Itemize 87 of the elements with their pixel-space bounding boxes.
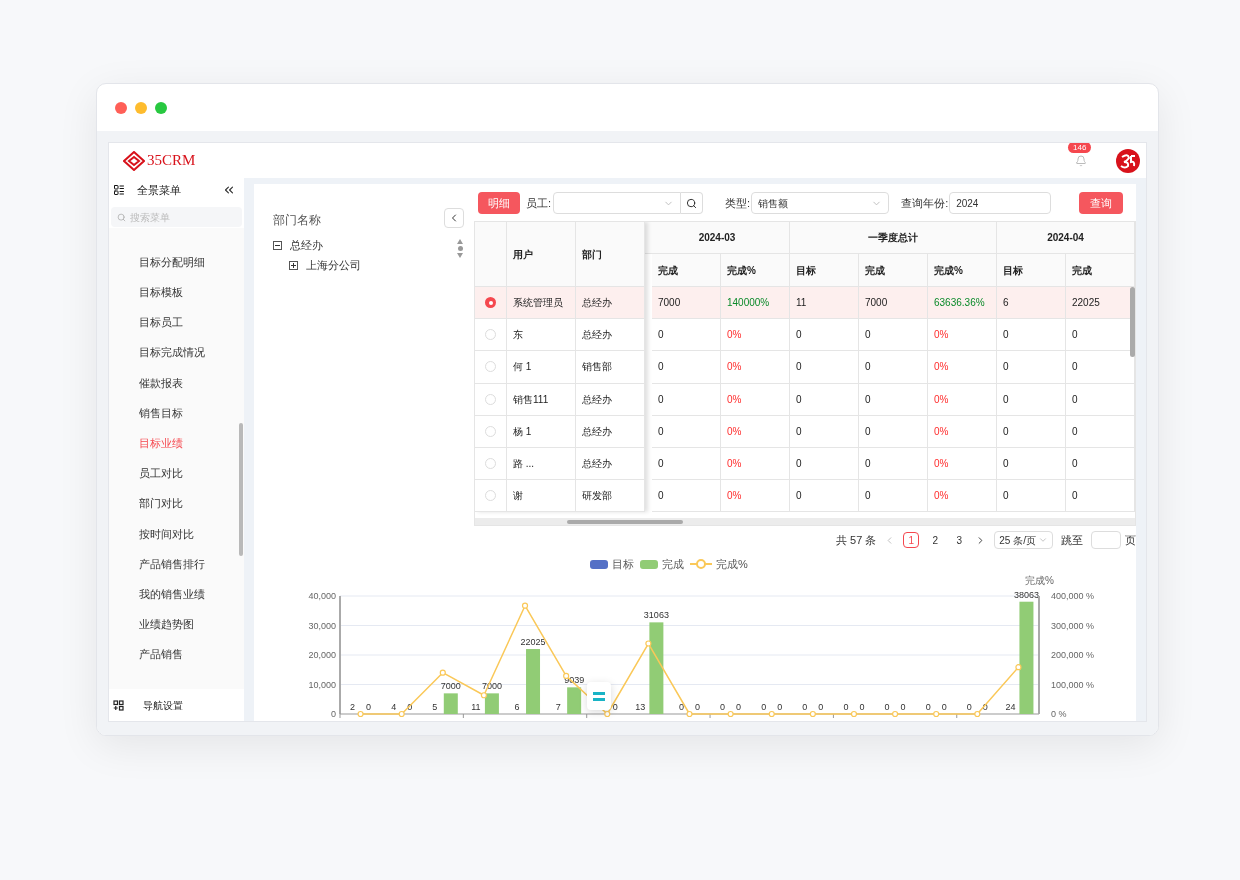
data-label: 0 — [407, 702, 413, 712]
table-cell: 0% — [721, 383, 790, 416]
table-cell: 总经办 — [576, 415, 645, 448]
data-label: 0 — [777, 702, 783, 712]
axis-label: 300,000 % — [1051, 620, 1095, 631]
data-label: 38063 — [1013, 589, 1039, 600]
table-cell: 0% — [928, 383, 997, 416]
data-label: 11 — [471, 701, 481, 712]
table-cell: 谢 — [507, 480, 576, 513]
data-label: 0 — [900, 702, 906, 712]
data-label: 5 — [432, 702, 438, 712]
table-cell: 0% — [928, 351, 997, 384]
data-label: 0 — [818, 702, 824, 712]
table-cell: 0 — [859, 480, 928, 513]
table-cell: 0 — [790, 351, 859, 384]
table-cell: 何 1 — [507, 351, 576, 384]
axis-label: 40,000 — [308, 591, 336, 601]
table-cell: 销售部 — [576, 351, 645, 384]
table-cell: 0 — [1066, 480, 1135, 513]
jump-label: 跳至 — [1061, 532, 1083, 548]
axis-label: 0 % — [1051, 709, 1067, 719]
data-label: 0 — [761, 702, 767, 712]
total-count: 共 57 条 — [835, 532, 877, 548]
table-cell: 0 — [859, 415, 928, 448]
data-label: 22025 — [520, 637, 546, 648]
data-label: 0 — [612, 702, 618, 712]
table-cell: 研发部 — [576, 480, 645, 513]
data-label: 13 — [635, 701, 646, 712]
table-cell: 0 — [997, 351, 1066, 384]
data-label: 0 — [802, 702, 808, 712]
data-label: 4 — [391, 702, 397, 712]
table-cell: 0 — [790, 383, 859, 416]
table-cell: 0 — [859, 351, 928, 384]
data-label: 31063 — [643, 610, 669, 621]
axis-label: 100,000 % — [1051, 679, 1095, 690]
table-cell: 杨 1 — [507, 415, 576, 448]
data-label: 0 — [859, 702, 865, 712]
data-label: 0 — [966, 702, 972, 712]
table-cell: 0 — [652, 415, 721, 448]
table-cell: 0% — [928, 480, 997, 513]
data-label: 7000 — [440, 681, 461, 692]
axis-label: 0 — [331, 709, 336, 719]
type-label: 类型: — [725, 195, 751, 211]
table-cell: 0 — [859, 383, 928, 416]
table-cell: 0% — [928, 415, 997, 448]
year-label: 查询年份: — [901, 195, 949, 211]
table-cell: 0% — [721, 480, 790, 513]
type-value: 销售额 — [758, 196, 789, 211]
table-cell: 0 — [997, 480, 1066, 513]
data-label: 0 — [366, 702, 372, 712]
data-label: 0 — [884, 702, 890, 712]
axis-label: 30,000 — [308, 620, 336, 631]
axis-title: 完成% — [1025, 575, 1054, 586]
data-label: 0 — [941, 702, 947, 712]
data-label: 7 — [555, 702, 561, 712]
data-label: 0 — [843, 702, 849, 712]
page-suffix: 页 — [1125, 532, 1136, 548]
data-label: 0 — [679, 702, 684, 712]
table-cell: 0 — [790, 415, 859, 448]
notification-badge: 146 — [1068, 143, 1092, 153]
table-cell: 0 — [790, 480, 859, 513]
data-label: 24 — [1005, 701, 1016, 712]
employee-label: 员工: — [526, 195, 552, 211]
table-cell: 0 — [1066, 383, 1135, 416]
data-label: 6 — [514, 702, 520, 712]
axis-label: 400,000 % — [1051, 591, 1095, 601]
data-label: 0 — [736, 702, 742, 712]
page-size-value: 25 条/页 — [999, 533, 1036, 548]
table-cell: 销售111 — [507, 383, 576, 416]
data-label: 0 — [925, 702, 931, 712]
data-label: 0 — [720, 702, 726, 712]
data-label: 0 — [695, 702, 700, 712]
table-cell: 0 — [652, 383, 721, 416]
data-label: 2 — [350, 702, 356, 712]
table-cell: 0% — [721, 351, 790, 384]
menu-title: 全景菜单 — [137, 182, 181, 198]
axis-label: 20,000 — [308, 650, 336, 660]
axis-label: 10,000 — [308, 679, 336, 690]
table-cell: 0% — [721, 415, 790, 448]
table-cell: 总经办 — [576, 383, 645, 416]
table-cell: 0 — [1066, 415, 1135, 448]
tree-title: 部门名称 — [273, 212, 321, 229]
table-cell: 0 — [997, 383, 1066, 416]
axis-label: 200,000 % — [1051, 650, 1095, 660]
table-cell: 0 — [652, 351, 721, 384]
table-cell: 0 — [652, 480, 721, 513]
table-cell: 0 — [997, 415, 1066, 448]
